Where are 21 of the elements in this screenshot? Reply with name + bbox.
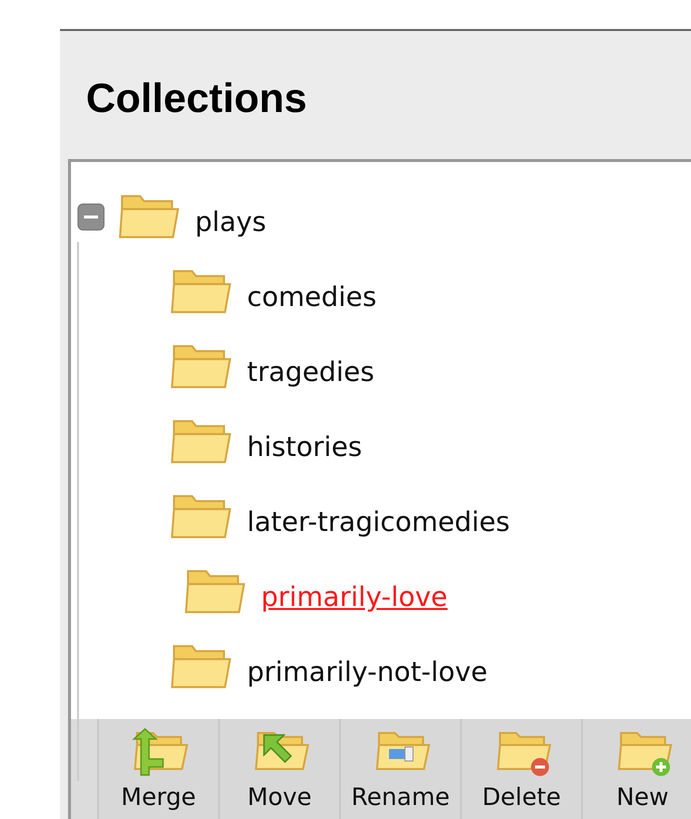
folder-label[interactable]: plays bbox=[195, 195, 266, 238]
move-button[interactable]: Move bbox=[218, 719, 339, 819]
folder-label[interactable]: primarily-not-love bbox=[247, 645, 488, 688]
folder-label[interactable]: tragedies bbox=[247, 345, 374, 388]
rename-button[interactable]: Rename bbox=[339, 719, 460, 819]
folder-label[interactable]: primarily-love bbox=[261, 570, 448, 613]
folder-icon bbox=[171, 492, 233, 541]
folder-icon bbox=[171, 417, 233, 466]
delete-button[interactable]: Delete bbox=[460, 719, 581, 819]
folder-label[interactable]: comedies bbox=[247, 270, 377, 313]
folder-label[interactable]: later-tragicomedies bbox=[247, 495, 510, 538]
folder-icon bbox=[171, 642, 233, 691]
new-button[interactable]: New bbox=[581, 719, 691, 819]
folder-icon bbox=[185, 567, 247, 616]
folder-icon bbox=[171, 267, 233, 316]
folder-icon bbox=[119, 192, 181, 241]
panel-title: Collections bbox=[86, 75, 307, 122]
folder-icon bbox=[171, 342, 233, 391]
folder-label[interactable]: histories bbox=[247, 420, 362, 463]
collapse-icon[interactable] bbox=[77, 202, 105, 230]
merge-button[interactable]: Merge bbox=[97, 719, 218, 819]
